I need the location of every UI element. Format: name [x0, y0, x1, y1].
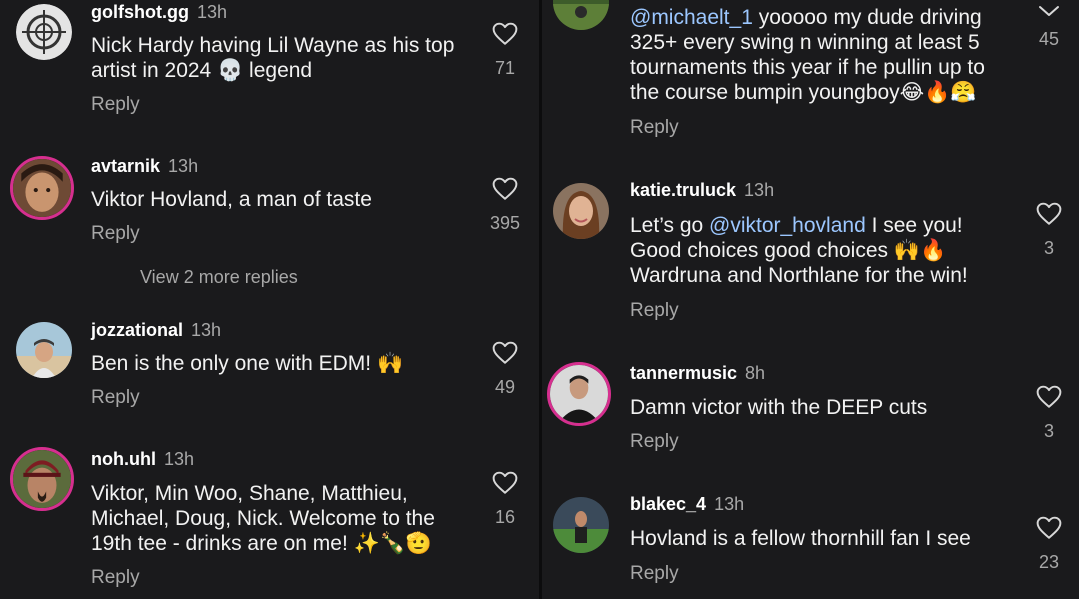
comment-meta: tannermusic 8h: [630, 363, 765, 384]
comment-text: Viktor Hovland, a man of taste: [91, 188, 372, 211]
like-count: 71: [494, 58, 516, 78]
timestamp: 13h: [196, 2, 228, 22]
avatar[interactable]: [10, 447, 74, 511]
like-count: 3: [1043, 421, 1054, 441]
comment-meta: golfshot.gg 13h: [91, 2, 227, 23]
comment-meta: noh.uhl 13h: [91, 449, 194, 470]
comment-text: Viktor, Min Woo, Shane, Matthieu, Michae…: [91, 482, 435, 555]
username[interactable]: tannermusic: [630, 363, 737, 383]
username[interactable]: jozzational: [91, 320, 183, 340]
comment-text: @michaelt_1 yooooo my dude driving 325+ …: [630, 5, 985, 105]
timestamp: 13h: [168, 156, 199, 176]
comment-text: Hovland is a fellow thornhill fan I see: [630, 527, 971, 550]
comment-text: Let’s go @viktor_hovland I see you! Good…: [630, 213, 968, 288]
timestamp: 13h: [714, 494, 745, 514]
like-count: 16: [494, 507, 516, 527]
username[interactable]: blakec_4: [630, 494, 706, 514]
username[interactable]: noh.uhl: [91, 449, 156, 469]
person-avatar-icon: [13, 159, 71, 217]
reply-button[interactable]: Reply: [630, 300, 679, 322]
comment-text: Nick Hardy having Lil Wayne as his top a…: [91, 34, 455, 82]
mention-link[interactable]: @michaelt_1: [630, 6, 753, 29]
heart-icon[interactable]: [1034, 385, 1064, 409]
comment-meta: katie.truluck 13h: [630, 180, 774, 201]
stadium-avatar-icon: [553, 497, 609, 553]
comment-meta: avtarnik 13h: [91, 156, 198, 177]
reply-button[interactable]: Reply: [630, 117, 679, 139]
comment-body-start: Let’s go: [630, 214, 710, 237]
avatar[interactable]: [553, 183, 609, 239]
chevron-down-icon[interactable]: [1037, 4, 1061, 23]
heart-icon[interactable]: [490, 177, 520, 201]
username[interactable]: golfshot.gg: [91, 2, 189, 22]
heart-icon[interactable]: [490, 471, 520, 495]
avatar[interactable]: [553, 0, 609, 30]
comment-text: Damn victor with the DEEP cuts: [630, 396, 928, 419]
comment-text: Ben is the only one with EDM! 🙌: [91, 352, 404, 375]
column-divider: [539, 0, 542, 599]
avatar[interactable]: [553, 497, 609, 553]
beach-avatar-icon: [16, 322, 72, 378]
mention-link[interactable]: @viktor_hovland: [709, 214, 866, 237]
reply-button[interactable]: Reply: [91, 223, 140, 245]
heart-icon[interactable]: [490, 341, 520, 365]
like-count: 49: [494, 377, 516, 397]
like-count: 23: [1038, 552, 1060, 572]
woman-avatar-icon: [553, 183, 609, 239]
avatar[interactable]: [16, 4, 72, 60]
comment-meta: jozzational 13h: [91, 320, 221, 341]
avatar[interactable]: [547, 362, 611, 426]
comment-meta: blakec_4 13h: [630, 494, 744, 515]
username[interactable]: katie.truluck: [630, 180, 736, 200]
view-more-replies[interactable]: View 2 more replies: [140, 267, 298, 288]
reply-button[interactable]: Reply: [91, 94, 140, 116]
field-avatar-icon: [553, 0, 609, 30]
reply-button[interactable]: Reply: [91, 387, 140, 409]
reply-button[interactable]: Reply: [630, 431, 679, 453]
heart-icon[interactable]: [1034, 202, 1064, 226]
timestamp: 8h: [745, 363, 766, 383]
like-count: 3: [1043, 238, 1054, 258]
timestamp: 13h: [744, 180, 775, 200]
comments-screen: golfshot.gg 13h Nick Hardy having Lil Way…: [0, 0, 1079, 599]
crosshair-avatar-icon: [16, 4, 72, 60]
avatar[interactable]: [10, 156, 74, 220]
like-count: 395: [489, 213, 521, 233]
heart-icon[interactable]: [1034, 516, 1064, 540]
suit-avatar-icon: [550, 365, 608, 423]
reply-button[interactable]: Reply: [630, 563, 679, 585]
timestamp: 13h: [191, 320, 222, 340]
username[interactable]: avtarnik: [91, 156, 160, 176]
avatar[interactable]: [16, 322, 72, 378]
reply-button[interactable]: Reply: [91, 567, 140, 589]
like-count: 45: [1038, 29, 1060, 49]
cap-avatar-icon: [13, 450, 71, 508]
timestamp: 13h: [163, 449, 195, 469]
heart-icon[interactable]: [490, 22, 520, 46]
